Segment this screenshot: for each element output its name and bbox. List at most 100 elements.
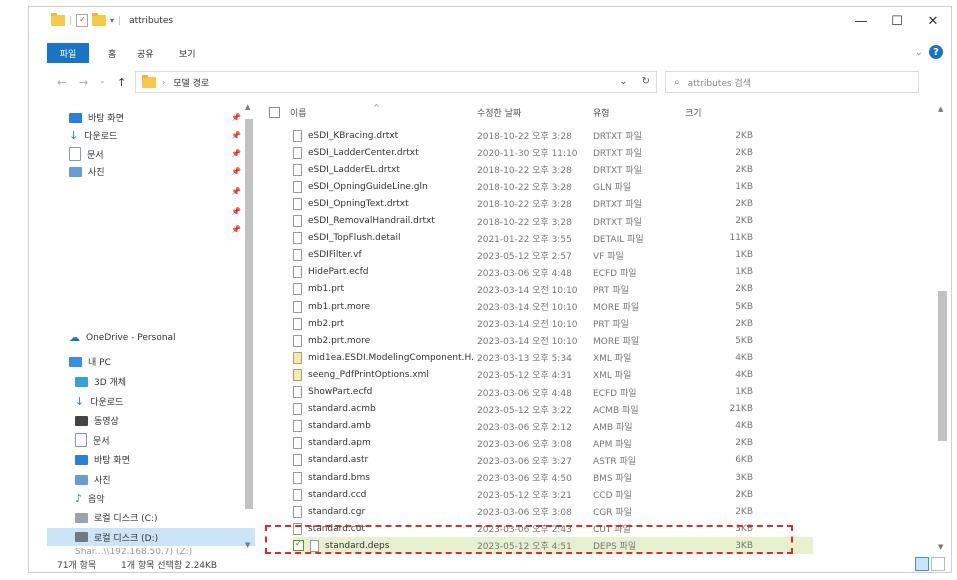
- large-icons-view-icon[interactable]: [931, 557, 945, 571]
- column-date[interactable]: 수정한 날짜: [477, 101, 521, 123]
- nav-pc-documents[interactable]: 문서: [75, 433, 110, 447]
- pin-icon[interactable]: 📌: [231, 149, 241, 158]
- file-row[interactable]: eSDI_KBracing.drtxt 2018-10-22 오후 3:28 DRT…: [293, 127, 763, 144]
- file-list-scrollbar[interactable]: ▲ ▼: [935, 103, 949, 553]
- file-date: 2023-03-14 오전 10:10: [477, 285, 578, 296]
- file-row[interactable]: standard.cgr 2023-03-06 오후 3:08 CGR 파일 2KB: [293, 503, 763, 520]
- file-row[interactable]: eSDI_LadderCenter.drtxt 2020-11-30 오후 11:…: [293, 144, 763, 161]
- scroll-down-icon[interactable]: ▼: [245, 541, 250, 549]
- nav-pc-downloads[interactable]: ↓ 다운로드: [75, 395, 123, 408]
- file-row[interactable]: standard.astr 2023-03-06 오후 3:27 ASTR 파일 6K…: [293, 452, 763, 469]
- nav-videos[interactable]: 동영상: [75, 414, 119, 427]
- scroll-up-icon[interactable]: ▲: [938, 105, 943, 113]
- file-type: DRTXT 파일: [593, 132, 642, 142]
- pin-icon[interactable]: 📌: [231, 225, 241, 234]
- nav-pc-desktop[interactable]: 바탕 화면: [75, 453, 130, 466]
- file-row[interactable]: HidePart.ecfd 2023-03-06 오후 4:48 ECFD 파일 1K…: [293, 264, 763, 281]
- nav-drive-c[interactable]: 로컬 디스크 (C:): [75, 511, 157, 524]
- tab-view[interactable]: 보기: [179, 47, 196, 60]
- tab-home[interactable]: 홈: [108, 47, 116, 60]
- file-type: ASTR 파일: [593, 456, 637, 467]
- recent-locations-icon[interactable]: ⌄: [99, 76, 106, 85]
- help-icon[interactable]: ?: [929, 45, 943, 59]
- pin-icon[interactable]: 📌: [231, 187, 241, 196]
- scroll-up-icon[interactable]: ▲: [245, 103, 250, 111]
- maximize-button[interactable]: ☐: [879, 7, 915, 35]
- file-row[interactable]: ShowPart.ecfd 2023-03-06 오후 4:48 ECFD 파일 1K…: [293, 384, 763, 401]
- folder-icon: [51, 13, 65, 26]
- file-row[interactable]: mb1.prt 2023-03-14 오전 10:10 PRT 파일 2KB: [293, 281, 763, 298]
- details-view-icon[interactable]: [915, 557, 929, 571]
- file-row[interactable]: eSDI_TopFlush.detail 2021-01-22 오후 3:55 DE…: [293, 230, 763, 247]
- file-list-scroll-thumb[interactable]: [938, 291, 947, 441]
- file-row[interactable]: mb2.prt.more 2023-03-14 오전 10:10 MORE 파일 5K…: [293, 332, 763, 349]
- file-size: 2KB: [735, 438, 753, 449]
- forward-arrow-icon[interactable]: →: [79, 76, 88, 89]
- file-date: 2023-05-12 오후 3:21: [477, 491, 572, 502]
- nav-pc-pictures[interactable]: 사진: [75, 473, 111, 486]
- nav-onedrive[interactable]: ☁ OneDrive - Personal: [69, 331, 176, 344]
- nav-scroll-thumb[interactable]: [245, 119, 253, 509]
- column-type[interactable]: 유형: [593, 101, 610, 123]
- select-all-checkbox[interactable]: [269, 106, 280, 118]
- file-row[interactable]: standard.acmb 2023-05-12 오후 3:22 ACMB 파일 21…: [293, 401, 763, 418]
- nav-drive-d[interactable]: 로컬 디스크 (D:): [47, 528, 255, 546]
- file-icon: [293, 266, 302, 279]
- nav-desktop[interactable]: 바탕 화면: [69, 111, 124, 124]
- file-row[interactable]: eSDI_RemovalHandrail.drtxt 2018-10-22 오후 …: [293, 213, 763, 230]
- column-name[interactable]: 이름: [290, 106, 307, 119]
- file-date: 2023-03-06 오후 4:48: [477, 388, 572, 399]
- file-name: standard.cgr: [308, 506, 366, 517]
- nav-this-pc[interactable]: 내 PC: [69, 355, 111, 368]
- file-list: 이름 ^ 수정한 날짜 유형 크기 eSDI_KBracing.drtxt 201…: [263, 101, 935, 554]
- tab-share[interactable]: 공유: [137, 47, 154, 60]
- file-row[interactable]: mid1ea.ESDI.ModelingComponent.H... 2023-0…: [293, 349, 763, 366]
- properties-icon[interactable]: ✓: [76, 14, 89, 27]
- search-box[interactable]: ⌕ attributes 검색: [665, 71, 919, 93]
- file-name: seeng_PdfPrintOptions.xml: [308, 369, 429, 380]
- back-arrow-icon[interactable]: ←: [57, 76, 66, 89]
- file-row[interactable]: mb1.prt.more 2023-03-14 오전 10:10 MORE 파일 5K…: [293, 298, 763, 315]
- column-size[interactable]: 크기: [685, 101, 702, 123]
- file-row[interactable]: standard.bms 2023-03-06 오후 4:50 BMS 파일 3KB: [293, 469, 763, 486]
- nav-scrollbar[interactable]: ▲ ▼: [243, 103, 255, 549]
- nav-3d-objects[interactable]: 3D 개체: [75, 375, 126, 388]
- file-name: mid1ea.ESDI.ModelingComponent.H...: [308, 352, 473, 363]
- file-row[interactable]: seeng_PdfPrintOptions.xml 2023-05-12 오후 4…: [293, 366, 763, 383]
- file-row[interactable]: eSDIFilter.vf 2023-05-12 오후 2:57 VF 파일 1KB: [293, 247, 763, 264]
- file-row[interactable]: standard.amb 2023-03-06 오후 2:12 AMB 파일 4KB: [293, 418, 763, 435]
- nav-music[interactable]: ♪ 음악: [75, 492, 105, 505]
- pin-icon[interactable]: 📌: [231, 167, 241, 176]
- nav-downloads[interactable]: ↓ 다운로드: [69, 129, 117, 142]
- file-date: 2023-05-12 오후 2:57: [477, 251, 572, 262]
- file-row[interactable]: eSDI_LadderEL.drtxt 2018-10-22 오후 3:28 DRT…: [293, 161, 763, 178]
- address-dropdown-icon[interactable]: ⌄: [619, 76, 627, 87]
- file-size: 1KB: [735, 181, 753, 192]
- pin-icon[interactable]: 📌: [231, 113, 241, 122]
- expand-ribbon-icon[interactable]: ⌄: [915, 47, 923, 58]
- close-button[interactable]: ✕: [915, 7, 951, 35]
- minimize-button[interactable]: —: [843, 7, 879, 35]
- file-row[interactable]: eSDI_OpningText.drtxt 2018-10-22 오후 3:28 D…: [293, 195, 763, 212]
- tab-file[interactable]: 파일: [47, 43, 89, 63]
- file-icon: [293, 454, 302, 467]
- file-row[interactable]: standard.apm 2023-03-06 오후 3:08 APM 파일 2KB: [293, 435, 763, 452]
- up-arrow-icon[interactable]: ↑: [117, 76, 126, 89]
- pin-icon[interactable]: 📌: [231, 131, 241, 140]
- file-date: 2018-10-22 오후 3:28: [477, 200, 572, 211]
- pin-icon[interactable]: 📌: [231, 207, 241, 216]
- scroll-down-icon[interactable]: ▼: [938, 543, 943, 551]
- nav-pictures[interactable]: 사진: [69, 165, 105, 178]
- desktop-icon: [75, 454, 88, 465]
- address-bar[interactable]: › 모델 경로 ⌄ ↻: [135, 71, 657, 93]
- item-count: 71개 항목: [57, 561, 97, 571]
- refresh-icon[interactable]: ↻: [642, 76, 650, 87]
- new-folder-icon[interactable]: [92, 13, 107, 26]
- customize-qa-icon[interactable]: ▾: [110, 16, 114, 25]
- file-type: DRTXT 파일: [593, 166, 642, 177]
- file-row[interactable]: eSDI_OpningGuideLine.gln 2018-10-22 오후 3:…: [293, 178, 763, 195]
- file-row[interactable]: mb2.prt 2023-03-14 오전 10:10 PRT 파일 2KB: [293, 315, 763, 332]
- nav-documents[interactable]: 문서: [69, 147, 104, 161]
- file-type: CCD 파일: [593, 491, 632, 502]
- file-row[interactable]: standard.ccd 2023-05-12 오후 3:21 CCD 파일 2KB: [293, 486, 763, 503]
